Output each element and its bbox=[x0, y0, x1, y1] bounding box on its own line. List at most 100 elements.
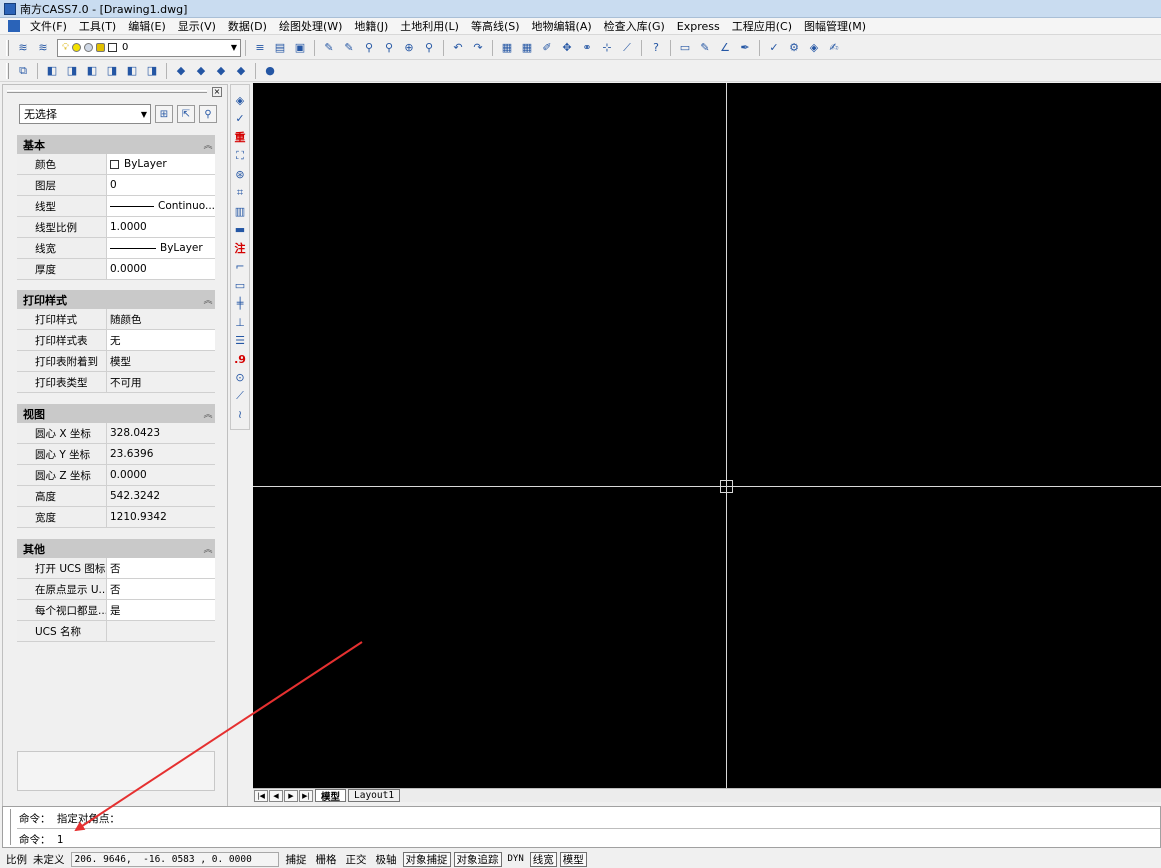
road-icon[interactable]: ╪ bbox=[232, 295, 248, 314]
menu-express[interactable]: Express bbox=[671, 20, 726, 33]
line-icon[interactable]: ⟋ bbox=[232, 387, 248, 406]
help-icon[interactable]: ? bbox=[647, 39, 665, 57]
open-icon[interactable]: ▤ bbox=[271, 39, 289, 57]
property-row[interactable]: 打开 UCS 图标 否 bbox=[17, 558, 215, 579]
ruler-icon[interactable]: ▬ bbox=[232, 221, 248, 240]
osnap-toggle[interactable]: 对象捕捉 bbox=[402, 851, 451, 867]
layer-dropdown[interactable]: 💡︎ 0 ▼ bbox=[57, 38, 241, 57]
property-row[interactable]: 圆心 Z 坐标 0.0000 bbox=[17, 465, 215, 486]
section-header[interactable]: 打印样式 ︽ bbox=[17, 290, 215, 309]
ne-iso-icon[interactable]: ◆ bbox=[212, 62, 230, 80]
redraw-button[interactable]: 重 bbox=[232, 128, 248, 147]
toolbar-grip[interactable] bbox=[6, 39, 9, 56]
pipeline-icon[interactable]: ☰ bbox=[232, 332, 248, 351]
menu-drawing[interactable]: 绘图处理(W) bbox=[273, 18, 348, 34]
close-icon[interactable]: × bbox=[212, 87, 222, 97]
coordinates-display[interactable]: 206. 9646, -16. 0583 , 0. 0000 bbox=[70, 851, 279, 867]
property-row[interactable]: 线型 Continuo... bbox=[17, 196, 215, 217]
last-tab-icon[interactable]: ▶| bbox=[299, 789, 313, 802]
menu-view[interactable]: 显示(V) bbox=[172, 18, 222, 34]
menu-contour[interactable]: 等高线(S) bbox=[465, 18, 526, 34]
property-row[interactable]: 线宽 ByLayer bbox=[17, 238, 215, 259]
collapse-icon[interactable]: ︽ bbox=[201, 542, 215, 555]
menu-tools[interactable]: 工具(T) bbox=[73, 18, 122, 34]
window-icon[interactable]: ▭ bbox=[676, 39, 694, 57]
property-value[interactable]: 是 bbox=[107, 600, 215, 620]
check-point-icon[interactable]: ✓ bbox=[232, 110, 248, 129]
selection-dropdown[interactable]: 无选择 ▼ bbox=[19, 104, 151, 124]
grid-toggle[interactable]: 栅格 bbox=[313, 852, 340, 867]
prev-tab-icon[interactable]: ◀ bbox=[269, 789, 283, 802]
otrack-toggle[interactable]: 对象追踪 bbox=[453, 851, 502, 867]
system-menu-icon[interactable] bbox=[8, 20, 20, 32]
property-row[interactable]: 厚度 0.0000 bbox=[17, 259, 215, 280]
property-row[interactable]: 打印样式 随颜色 bbox=[17, 309, 215, 330]
collapse-icon[interactable]: ︽ bbox=[201, 407, 215, 420]
property-row[interactable]: 高度 542.3242 bbox=[17, 486, 215, 507]
fence-icon[interactable]: ⊥ bbox=[232, 313, 248, 332]
pencil-delete-icon[interactable]: ✎ bbox=[340, 39, 358, 57]
pan-icon[interactable]: ✥ bbox=[558, 39, 576, 57]
front-view-icon[interactable]: ◧ bbox=[123, 62, 141, 80]
snap-node-icon[interactable]: ⚭ bbox=[578, 39, 596, 57]
layer-manager-icon[interactable]: ≋ bbox=[14, 39, 32, 57]
building-icon[interactable]: ▥ bbox=[232, 202, 248, 221]
lineweight-toggle[interactable]: 线宽 bbox=[529, 851, 557, 867]
chevron-down-icon[interactable]: ▼ bbox=[228, 43, 240, 52]
layer-previous-icon[interactable]: ≋ bbox=[34, 39, 52, 57]
tag-edit-icon[interactable]: ✍ bbox=[825, 39, 843, 57]
properties-icon[interactable]: ▦ bbox=[498, 39, 516, 57]
property-row[interactable]: 打印表附着到 模型 bbox=[17, 351, 215, 372]
menu-sheet[interactable]: 图幅管理(M) bbox=[798, 18, 872, 34]
named-views-icon[interactable]: ⧉ bbox=[14, 62, 32, 80]
palette-grip[interactable] bbox=[7, 90, 207, 93]
toggle-pickadd-icon[interactable]: ⊞ bbox=[155, 105, 173, 123]
right-view-icon[interactable]: ◨ bbox=[103, 62, 121, 80]
property-row[interactable]: 打印样式表 无 bbox=[17, 330, 215, 351]
pencil-icon[interactable]: ✎ bbox=[320, 39, 338, 57]
menu-file[interactable]: 文件(F) bbox=[24, 18, 73, 34]
left-view-icon[interactable]: ◧ bbox=[83, 62, 101, 80]
snap-toggle[interactable]: 捕捉 bbox=[283, 852, 310, 867]
property-row[interactable]: 打印表类型 不可用 bbox=[17, 372, 215, 393]
property-row[interactable]: 每个视口都显... 是 bbox=[17, 600, 215, 621]
trim-line-icon[interactable]: ⊹ bbox=[598, 39, 616, 57]
dyn-toggle[interactable]: DYN bbox=[505, 852, 527, 867]
annotation-button[interactable]: 注 bbox=[232, 239, 248, 258]
pen-icon[interactable]: ✒ bbox=[736, 39, 754, 57]
grid-table-icon[interactable]: ▦ bbox=[518, 39, 536, 57]
tab-layout1[interactable]: Layout1 bbox=[348, 789, 401, 802]
water-system-icon[interactable]: ⊛ bbox=[232, 165, 248, 184]
chevron-down-icon[interactable]: ▼ bbox=[138, 110, 150, 119]
elevation-point-button[interactable]: .9 bbox=[232, 350, 248, 369]
property-value[interactable]: 否 bbox=[107, 558, 215, 578]
control-points-icon[interactable]: ⛶ bbox=[232, 147, 248, 166]
property-value[interactable]: 1.0000 bbox=[107, 217, 215, 237]
property-value[interactable]: 无 bbox=[107, 330, 215, 350]
menu-engineering[interactable]: 工程应用(C) bbox=[726, 18, 798, 34]
camera-icon[interactable]: ● bbox=[261, 62, 279, 80]
house-outline-icon[interactable]: ⌐ bbox=[232, 258, 248, 277]
command-window[interactable]: 命令： 指定对角点： 命令： 1 bbox=[2, 806, 1161, 848]
brush-icon[interactable]: ✐ bbox=[538, 39, 556, 57]
property-row[interactable]: 图层 0 bbox=[17, 175, 215, 196]
tag-icon[interactable]: ◈ bbox=[805, 39, 823, 57]
back-view-icon[interactable]: ◨ bbox=[143, 62, 161, 80]
zoom-in-icon[interactable]: ⊕ bbox=[400, 39, 418, 57]
menu-feature-edit[interactable]: 地物编辑(A) bbox=[526, 18, 598, 34]
polar-toggle[interactable]: 极轴 bbox=[373, 852, 400, 867]
select-objects-icon[interactable]: ⇱ bbox=[177, 105, 195, 123]
redo-icon[interactable]: ↷ bbox=[469, 39, 487, 57]
property-row[interactable]: UCS 名称 bbox=[17, 621, 215, 642]
property-row[interactable]: 在原点显示 U... 否 bbox=[17, 579, 215, 600]
section-header[interactable]: 视图 ︽ bbox=[17, 404, 215, 423]
rectangle-icon[interactable]: ▭ bbox=[232, 276, 248, 295]
ortho-toggle[interactable]: 正交 bbox=[343, 852, 370, 867]
model-toggle[interactable]: 模型 bbox=[559, 851, 587, 867]
menu-cadastre[interactable]: 地籍(J) bbox=[348, 18, 394, 34]
zoom-previous-icon[interactable]: ⚲ bbox=[420, 39, 438, 57]
top-view-icon[interactable]: ◧ bbox=[43, 62, 61, 80]
property-row[interactable]: 圆心 Y 坐标 23.6396 bbox=[17, 444, 215, 465]
bicycle-icon[interactable]: ⚙ bbox=[785, 39, 803, 57]
property-value[interactable]: 否 bbox=[107, 579, 215, 599]
